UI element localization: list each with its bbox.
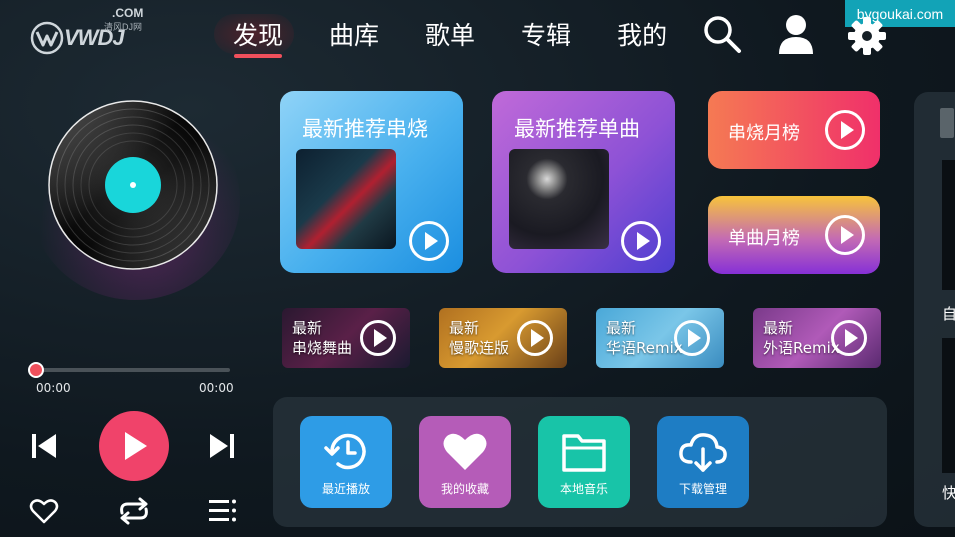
play-icon: [125, 432, 147, 460]
history-icon: [324, 433, 366, 470]
featured-mix-thumbnail: [296, 149, 396, 249]
favorites-button[interactable]: 我的收藏: [419, 416, 511, 508]
featured-single-card[interactable]: 最新推荐单曲: [492, 91, 675, 273]
category-foreign-remix-play-icon[interactable]: [831, 320, 867, 356]
category-foreign-remix-label: 最新 外语Remix: [763, 319, 840, 357]
tab-albums[interactable]: 专辑: [510, 10, 582, 58]
play-button[interactable]: [99, 411, 169, 481]
progress-bar[interactable]: [36, 368, 230, 372]
category-foreign-remix[interactable]: 最新 外语Remix: [753, 308, 881, 368]
skip-previous-icon: [32, 434, 56, 458]
logo-subtitle: 清风DJ网: [104, 22, 142, 32]
search-icon: [704, 16, 741, 53]
main-nav: 发现 曲库 歌单 专辑 我的: [222, 10, 702, 58]
favorites-label: 我的收藏: [440, 482, 489, 496]
user-icon: [779, 15, 813, 54]
total-time: 00:00: [199, 381, 234, 395]
side-panel-text-bottom: 快: [942, 484, 955, 502]
repeat-button[interactable]: [114, 494, 154, 528]
tab-playlists[interactable]: 歌单: [414, 10, 486, 58]
repeat-icon: [120, 497, 148, 525]
playlist-icon: [209, 499, 236, 522]
previous-button[interactable]: [26, 428, 62, 464]
recent-plays-label: 最近播放: [321, 482, 370, 496]
user-button[interactable]: [774, 12, 818, 56]
category-slow-medley[interactable]: 最新 慢歌连版: [439, 308, 567, 368]
heart-icon: [443, 433, 487, 470]
side-panel-thumb-top: [942, 160, 955, 290]
next-button[interactable]: [204, 428, 240, 464]
mix-month-chart-label: 串烧月榜: [728, 123, 800, 144]
featured-mix-card[interactable]: 最新推荐串烧: [280, 91, 463, 273]
tab-discover[interactable]: 发现: [222, 10, 294, 58]
elapsed-time: 00:00: [36, 381, 71, 395]
featured-single-thumbnail: [509, 149, 609, 249]
logo-domain: .COM: [112, 6, 144, 20]
single-month-chart-card[interactable]: 单曲月榜: [708, 196, 880, 274]
category-chinese-remix-play-icon[interactable]: [674, 320, 710, 356]
search-button[interactable]: [700, 12, 744, 56]
playlist-button[interactable]: [204, 494, 240, 528]
logo-icon: [30, 21, 64, 55]
featured-single-title: 最新推荐单曲: [514, 117, 640, 141]
heart-outline-icon: [29, 499, 59, 524]
mix-month-chart-card[interactable]: 串烧月榜: [708, 91, 880, 169]
cloud-download-icon: [679, 433, 727, 472]
single-month-chart-label: 单曲月榜: [728, 228, 800, 249]
tab-mine[interactable]: 我的: [606, 10, 678, 58]
side-panel-text-top: 自: [942, 305, 955, 323]
category-chinese-remix-label: 最新 华语Remix: [606, 319, 683, 357]
category-mix-dance[interactable]: 最新 串烧舞曲: [282, 308, 410, 368]
settings-button[interactable]: [845, 14, 889, 58]
local-music-button[interactable]: 本地音乐: [538, 416, 630, 508]
folder-icon: [562, 434, 606, 472]
mix-month-play-icon[interactable]: [825, 110, 865, 150]
featured-mix-play-icon[interactable]: [409, 221, 449, 261]
favorite-button[interactable]: [26, 494, 62, 528]
side-panel-icon: [940, 108, 954, 138]
skip-next-icon: [210, 434, 234, 458]
side-panel-thumb-bottom: [942, 338, 955, 473]
recent-plays-button[interactable]: 最近播放: [300, 416, 392, 508]
category-slow-medley-label: 最新 慢歌连版: [449, 319, 510, 357]
download-manager-label: 下载管理: [678, 482, 727, 496]
vinyl-disc-icon: [48, 100, 218, 270]
category-chinese-remix[interactable]: 最新 华语Remix: [596, 308, 724, 368]
vinyl-record: [38, 90, 228, 280]
category-mix-dance-play-icon[interactable]: [360, 320, 396, 356]
local-music-label: 本地音乐: [559, 482, 608, 496]
tab-library[interactable]: 曲库: [318, 10, 390, 58]
download-manager-button[interactable]: 下载管理: [657, 416, 749, 508]
featured-mix-title: 最新推荐串烧: [302, 117, 428, 141]
gear-icon: [848, 17, 886, 55]
category-mix-dance-label: 最新 串烧舞曲: [292, 319, 353, 357]
featured-single-play-icon[interactable]: [621, 221, 661, 261]
single-month-play-icon[interactable]: [825, 215, 865, 255]
progress-handle[interactable]: [28, 362, 44, 378]
category-slow-medley-play-icon[interactable]: [517, 320, 553, 356]
